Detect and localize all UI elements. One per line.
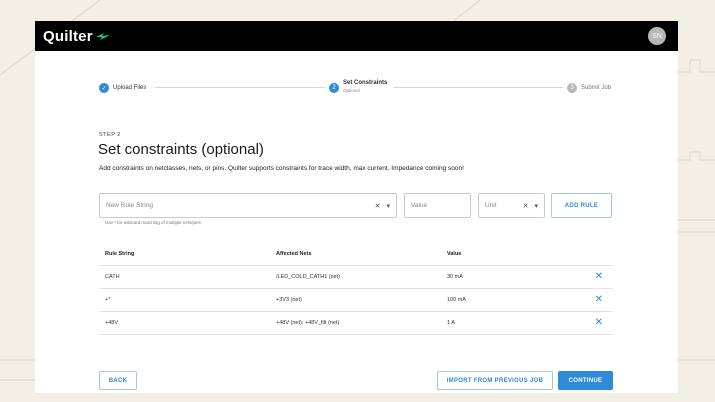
step-sublabel: Optional bbox=[343, 88, 360, 93]
table-header: Rule String Affected Nets Value bbox=[99, 243, 613, 266]
continue-button[interactable]: CONTINUE bbox=[558, 371, 613, 390]
import-previous-job-button[interactable]: IMPORT FROM PREVIOUS JOB bbox=[437, 371, 553, 390]
rule-cell: +48V bbox=[105, 320, 118, 326]
value-input[interactable]: Value bbox=[404, 193, 471, 218]
step-label: Upload Files bbox=[113, 85, 147, 91]
table-row: CATH /LED_COLD_CATH1 (net) 30 mA ✕ bbox=[99, 266, 613, 289]
rule-cell: CATH bbox=[105, 274, 120, 280]
rule-string-placeholder: New Rule String bbox=[106, 202, 153, 209]
step-number: 3 bbox=[567, 83, 577, 93]
wildcard-hint: Use * for wildcard matching of multiple … bbox=[105, 220, 201, 225]
step-connector bbox=[393, 87, 563, 88]
step-number: 2 bbox=[329, 83, 339, 93]
add-rule-button[interactable]: ADD RULE bbox=[551, 193, 612, 218]
app-window: Quilter SN ✓ Upload Files 2 Set Constrai… bbox=[35, 21, 678, 393]
step-tag: STEP 2 bbox=[99, 132, 121, 138]
page-title: Set constraints (optional) bbox=[98, 141, 264, 158]
header-value: Value bbox=[447, 251, 462, 257]
step-label: Submit Job bbox=[581, 85, 612, 91]
value-cell: 100 mA bbox=[447, 297, 466, 303]
nets-cell: +3V3 (net) bbox=[276, 297, 302, 303]
rule-cell: +* bbox=[105, 297, 111, 303]
page-description: Add constraints on netclasses, nets, or … bbox=[99, 165, 464, 172]
nets-cell: +48V (net); +48V_filt (net) bbox=[276, 320, 340, 326]
step-upload-files[interactable]: ✓ Upload Files bbox=[99, 83, 146, 93]
back-button[interactable]: BACK bbox=[99, 371, 137, 390]
step-submit-job[interactable]: 3 Submit Job bbox=[567, 83, 611, 93]
step-label: Set Constraints bbox=[343, 80, 388, 86]
clear-icon[interactable]: ✕ bbox=[523, 202, 529, 210]
delete-icon[interactable]: ✕ bbox=[595, 294, 603, 305]
delete-icon[interactable]: ✕ bbox=[595, 271, 603, 282]
step-set-constraints[interactable]: 2 Set Constraints Optional bbox=[329, 80, 387, 93]
table-row: +48V +48V (net); +48V_filt (net) 1 A ✕ bbox=[99, 312, 613, 335]
unit-select[interactable]: Unit ✕ ▾ bbox=[478, 193, 545, 218]
clear-icon[interactable]: ✕ bbox=[375, 202, 381, 210]
unit-placeholder: Unit bbox=[485, 202, 497, 209]
header-affected-nets: Affected Nets bbox=[276, 251, 312, 257]
check-icon: ✓ bbox=[99, 83, 109, 93]
chevron-down-icon[interactable]: ▾ bbox=[534, 202, 538, 210]
value-placeholder: Value bbox=[411, 202, 428, 209]
chevron-down-icon[interactable]: ▾ bbox=[386, 202, 390, 210]
table-row: +* +3V3 (net) 100 mA ✕ bbox=[99, 289, 613, 312]
step-connector bbox=[155, 87, 325, 88]
value-cell: 1 A bbox=[447, 320, 455, 326]
value-cell: 30 mA bbox=[447, 274, 463, 280]
constraints-table: Rule String Affected Nets Value CATH /LE… bbox=[99, 243, 613, 335]
stepper: ✓ Upload Files 2 Set Constraints Optiona… bbox=[35, 21, 678, 101]
header-rule-string: Rule String bbox=[105, 251, 135, 257]
delete-icon[interactable]: ✕ bbox=[595, 317, 603, 328]
rule-string-input[interactable]: New Rule String ✕ ▾ bbox=[99, 193, 397, 218]
nets-cell: /LED_COLD_CATH1 (net) bbox=[276, 274, 341, 280]
